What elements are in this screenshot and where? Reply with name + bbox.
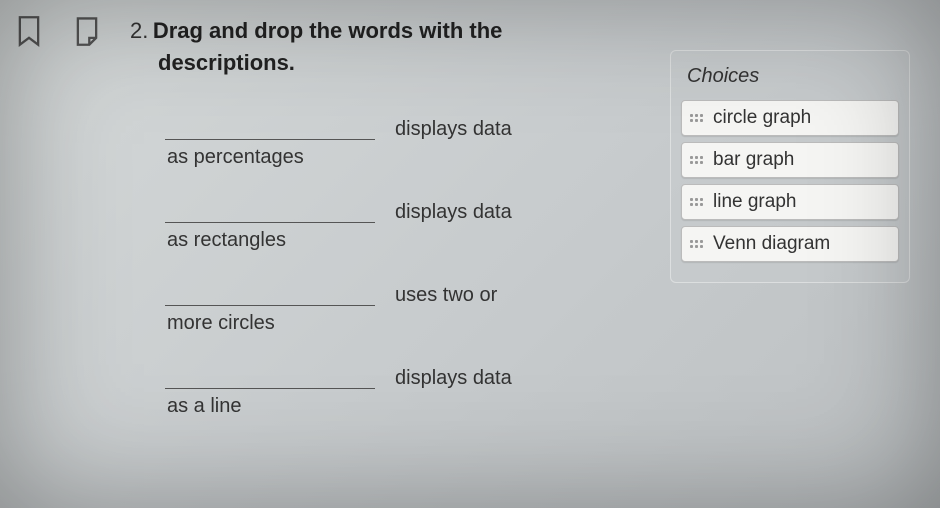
choice-item[interactable]: Venn diagram (681, 226, 899, 262)
choice-label: bar graph (713, 149, 794, 171)
drop-slot[interactable] (165, 193, 375, 223)
drop-slot[interactable] (165, 110, 375, 140)
choice-item[interactable]: line graph (681, 184, 899, 220)
bookmark-icon[interactable] (15, 15, 43, 47)
drag-handle-icon (690, 198, 703, 206)
item-text: more circles (165, 310, 375, 359)
drop-slot[interactable] (165, 276, 375, 306)
item-desc: displays data (375, 110, 575, 141)
choice-item[interactable]: bar graph (681, 142, 899, 178)
drop-slot[interactable] (165, 359, 375, 389)
note-icon[interactable] (73, 15, 101, 47)
item-text: as rectangles (165, 227, 375, 276)
choice-label: Venn diagram (713, 233, 830, 255)
choice-item[interactable]: circle graph (681, 100, 899, 136)
choices-panel: Choices circle graph bar graph line grap… (670, 50, 910, 283)
choice-label: line graph (713, 191, 796, 213)
item-text: as percentages (165, 144, 375, 193)
drag-handle-icon (690, 114, 703, 122)
item-text: as a line (165, 393, 375, 442)
drag-handle-icon (690, 240, 703, 248)
drop-targets: as percentages displays data as rectangl… (165, 110, 605, 442)
question-text-line1: Drag and drop the words with the (153, 18, 503, 43)
item-desc: displays data (375, 193, 575, 224)
question-prompt: 2. Drag and drop the words with the desc… (130, 18, 590, 76)
question-text-line2: descriptions. (158, 50, 590, 76)
item-desc: uses two or (375, 276, 575, 307)
drag-handle-icon (690, 156, 703, 164)
item-desc: displays data (375, 359, 575, 390)
choice-label: circle graph (713, 107, 811, 129)
question-number: 2. (130, 18, 148, 43)
choices-title: Choices (681, 61, 899, 100)
